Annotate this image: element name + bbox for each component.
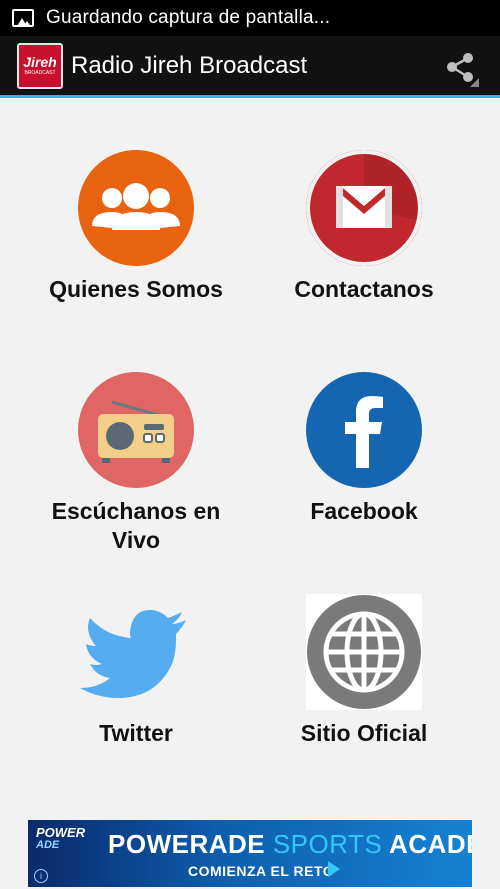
menu-grid: Quienes Somos Contactanos Escúchanos en … [0,101,500,819]
facebook-icon [306,372,422,488]
share-icon [447,53,479,87]
menu-item-contactanos[interactable]: Contactanos [249,150,479,304]
status-text: Guardando captura de pantalla... [46,7,331,28]
people-icon [78,150,194,266]
menu-item-label: Sitio Oficial [300,720,428,746]
menu-item-escuchanos-en-vivo[interactable]: Escúchanos en Vivo [21,372,251,555]
ad-brand-line2: ADE [36,839,60,851]
menu-item-label: Contactanos [294,276,434,302]
menu-item-label: Facebook [310,498,418,524]
arrow-right-icon [328,861,340,877]
menu-item-label: Escúchanos en Vivo [51,498,221,553]
app-title: Radio Jireh Broadcast [71,51,308,79]
gmail-icon [306,150,422,266]
menu-item-quienes-somos[interactable]: Quienes Somos [21,150,251,304]
logo-text: Jireh [23,54,57,70]
image-icon [12,9,34,27]
status-bar: Guardando captura de pantalla... [0,0,500,36]
ad-brand-line1: POWER [36,825,86,840]
twitter-bird-icon [78,594,194,710]
menu-item-label: Twitter [99,720,173,746]
ad-cta[interactable]: COMIENZA EL RETO [188,863,334,879]
radio-icon [78,372,194,488]
ad-headline: POWERADE SPORTS ACADEMY [108,829,472,860]
ad-headline-part2: SPORTS [272,829,383,859]
globe-icon [306,594,422,710]
action-bar: Jireh BROADCAST Radio Jireh Broadcast [0,36,500,98]
ad-headline-part1: POWERADE [108,829,273,859]
logo-subtext: BROADCAST [24,70,56,76]
info-icon[interactable]: i [34,869,48,883]
menu-item-sitio-oficial[interactable]: Sitio Oficial [249,594,479,748]
menu-item-twitter[interactable]: Twitter [21,594,251,748]
ad-headline-part3: ACADEMY [389,829,472,859]
ad-banner[interactable]: POWER ADE POWERADE SPORTS ACADEMY COMIEN… [28,820,472,887]
share-button[interactable] [442,50,480,88]
menu-item-facebook[interactable]: Facebook [249,372,479,526]
app-logo[interactable]: Jireh BROADCAST [17,42,63,89]
menu-item-label: Quienes Somos [49,276,223,302]
